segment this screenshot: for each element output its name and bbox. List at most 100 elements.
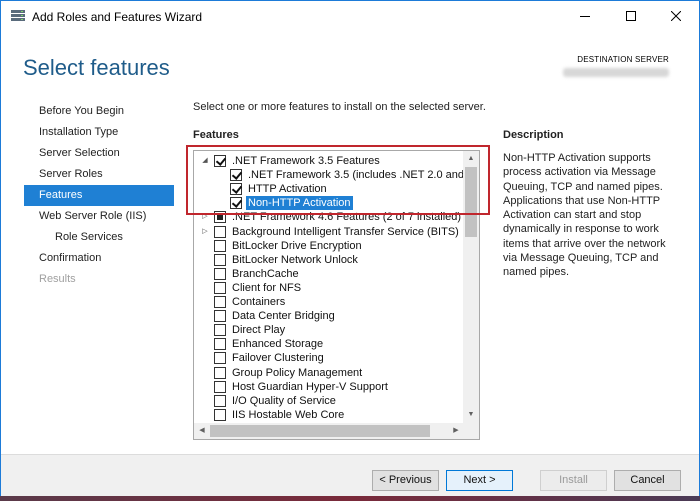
- feature-checkbox[interactable]: [214, 253, 226, 266]
- expander-placeholder: [200, 281, 210, 295]
- next-button[interactable]: Next >: [446, 470, 513, 491]
- minimize-button[interactable]: [562, 1, 608, 31]
- vertical-scroll-thumb[interactable]: [465, 167, 477, 237]
- feature-label[interactable]: Direct Play: [232, 323, 285, 337]
- destination-server-label: DESTINATION SERVER: [577, 55, 669, 64]
- feature-label[interactable]: Non-HTTP Activation: [246, 196, 353, 211]
- page-title: Select features: [23, 55, 170, 80]
- destination-server-name-redacted: [563, 68, 669, 77]
- wizard-footer: < Previous Next > Install Cancel: [1, 454, 699, 500]
- feature-checkbox[interactable]: [214, 324, 226, 337]
- expander-placeholder: [200, 267, 210, 281]
- feature-checkbox[interactable]: [214, 338, 226, 351]
- nav-item-installation-type[interactable]: Installation Type: [24, 122, 174, 143]
- feature-label[interactable]: HTTP Activation: [248, 182, 327, 196]
- previous-button[interactable]: < Previous: [372, 470, 439, 491]
- nav-item-server-roles[interactable]: Server Roles: [24, 164, 174, 185]
- feature-checkbox[interactable]: [214, 267, 226, 280]
- feature-checkbox[interactable]: [214, 310, 226, 323]
- feature-checkbox[interactable]: [214, 380, 226, 393]
- nav-item-confirmation[interactable]: Confirmation: [24, 248, 174, 269]
- maximize-icon: [626, 11, 636, 21]
- nav-item-server-selection[interactable]: Server Selection: [24, 143, 174, 164]
- feature-checkbox[interactable]: [214, 281, 226, 294]
- feature-label[interactable]: .NET Framework 3.5 Features: [232, 154, 380, 168]
- feature-checkbox[interactable]: [214, 352, 226, 365]
- expander-placeholder: [200, 323, 210, 337]
- scroll-up-icon[interactable]: ▲: [463, 151, 479, 167]
- window-title: Add Roles and Features Wizard: [32, 10, 203, 24]
- title-bar[interactable]: Add Roles and Features Wizard: [1, 1, 699, 31]
- description-heading: Description: [503, 129, 564, 141]
- feature-checkbox[interactable]: [214, 225, 226, 238]
- expander-placeholder: [200, 239, 210, 253]
- feature-checkbox[interactable]: [214, 211, 226, 224]
- expander-placeholder: [200, 295, 210, 309]
- expander-placeholder: [200, 380, 210, 394]
- feature-label[interactable]: Data Center Bridging: [232, 309, 335, 323]
- expander-placeholder: [200, 394, 210, 408]
- feature-label[interactable]: Client for NFS: [232, 281, 301, 295]
- expander-placeholder: [200, 309, 210, 323]
- nav-item-results: Results: [39, 273, 76, 285]
- features-heading: Features: [193, 129, 239, 141]
- scroll-right-icon[interactable]: ▶: [448, 423, 464, 439]
- feature-label[interactable]: Background Intelligent Transfer Service …: [232, 225, 459, 239]
- nav-item-role-services[interactable]: Role Services: [24, 227, 174, 248]
- feature-label[interactable]: BranchCache: [232, 267, 299, 281]
- expander-placeholder: [200, 337, 210, 351]
- wizard-nav: Before You Begin Installation Type Serve…: [24, 101, 174, 290]
- vertical-scrollbar[interactable]: ▲ ▼: [463, 151, 479, 423]
- expanded-arrow-icon[interactable]: ◢: [200, 154, 210, 168]
- wizard-window: Add Roles and Features Wizard Select fea…: [0, 0, 700, 501]
- feature-description: Non-HTTP Activation supports process act…: [503, 152, 666, 279]
- feature-checkbox[interactable]: [214, 408, 226, 421]
- taskbar-edge: [0, 496, 700, 501]
- expander-placeholder: [200, 366, 210, 380]
- nav-item-features[interactable]: Features: [24, 185, 174, 206]
- feature-checkbox[interactable]: [214, 296, 226, 308]
- feature-checkbox[interactable]: [230, 169, 242, 182]
- cancel-button[interactable]: Cancel: [614, 470, 681, 491]
- feature-label[interactable]: Host Guardian Hyper-V Support: [232, 380, 388, 394]
- collapsed-arrow-icon[interactable]: ▷: [200, 210, 210, 224]
- scroll-left-icon[interactable]: ◀: [194, 423, 210, 439]
- feature-label[interactable]: Failover Clustering: [232, 351, 324, 365]
- minimize-icon: [580, 16, 590, 17]
- feature-label[interactable]: .NET Framework 3.5 (includes .NET 2.0 an…: [248, 168, 479, 182]
- horizontal-scrollbar[interactable]: ◀ ▶: [194, 423, 464, 439]
- close-icon: [671, 11, 681, 21]
- server-manager-icon: [11, 10, 25, 21]
- expander-placeholder: [200, 253, 210, 267]
- feature-checkbox[interactable]: [230, 197, 242, 210]
- close-button[interactable]: [653, 1, 699, 31]
- feature-checkbox[interactable]: [214, 155, 226, 167]
- feature-checkbox[interactable]: [214, 366, 226, 379]
- expander-placeholder: [216, 182, 226, 196]
- feature-checkbox[interactable]: [214, 239, 226, 252]
- install-button: Install: [540, 470, 607, 491]
- feature-checkbox[interactable]: [230, 183, 242, 196]
- expander-placeholder: [216, 196, 226, 210]
- collapsed-arrow-icon[interactable]: ▷: [200, 225, 210, 239]
- instruction-text: Select one or more features to install o…: [193, 101, 486, 113]
- expander-placeholder: [216, 168, 226, 182]
- feature-label[interactable]: BitLocker Network Unlock: [232, 253, 358, 267]
- feature-label[interactable]: .NET Framework 4.6 Features (2 of 7 inst…: [232, 210, 461, 224]
- scroll-down-icon[interactable]: ▼: [463, 407, 479, 423]
- feature-label[interactable]: IIS Hostable Web Core: [232, 408, 344, 422]
- feature-label[interactable]: Group Policy Management: [232, 366, 362, 380]
- expander-placeholder: [200, 351, 210, 365]
- feature-label[interactable]: BitLocker Drive Encryption: [232, 239, 362, 253]
- horizontal-scroll-thumb[interactable]: [210, 425, 430, 437]
- feature-label[interactable]: Containers: [232, 295, 285, 309]
- features-tree[interactable]: IIS Hostable Web Core I/O Quality of Serv…: [193, 150, 480, 440]
- feature-label[interactable]: Enhanced Storage: [232, 337, 323, 351]
- maximize-button[interactable]: [608, 1, 654, 31]
- nav-item-before-you-begin[interactable]: Before You Begin: [24, 101, 174, 122]
- feature-checkbox[interactable]: [214, 394, 226, 407]
- nav-item-web-server-role[interactable]: Web Server Role (IIS): [24, 206, 174, 227]
- feature-label[interactable]: I/O Quality of Service: [232, 394, 336, 408]
- scrollbar-corner: [463, 423, 479, 439]
- expander-placeholder: [200, 408, 210, 422]
